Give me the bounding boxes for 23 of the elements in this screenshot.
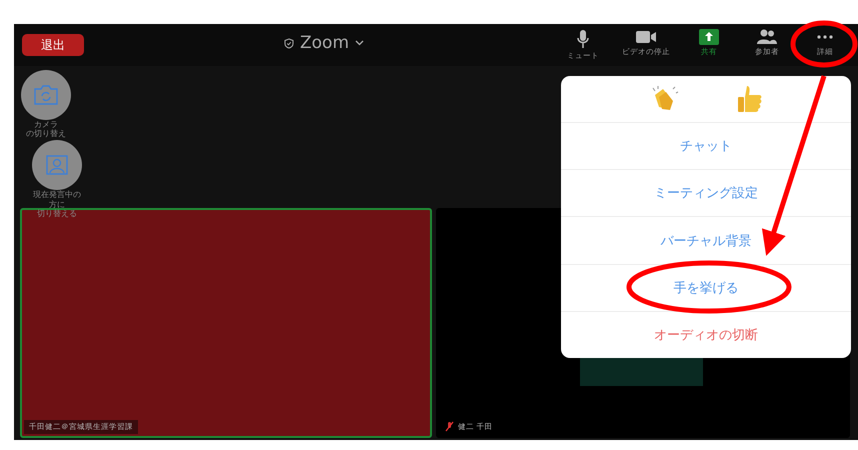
shield-icon <box>284 38 294 48</box>
chevron-down-icon[interactable] <box>355 40 364 46</box>
side-button-label: 方に <box>49 200 65 209</box>
side-button-label: の切り替え <box>26 129 66 138</box>
meeting-title: Zoom <box>300 33 350 53</box>
thumbs-up-icon[interactable] <box>735 84 763 114</box>
switch-speaker-button[interactable] <box>32 140 82 190</box>
camera-rotate-icon <box>33 84 59 106</box>
side-button-label: 現在発言中の <box>33 190 81 200</box>
menu-item[interactable]: オーディオの切断 <box>561 312 851 358</box>
menu-item[interactable]: 手を挙げる <box>561 264 851 312</box>
menu-item[interactable]: バーチャル背景 <box>561 217 851 265</box>
menu-item[interactable]: ミーティング設定 <box>561 170 851 218</box>
leave-button[interactable]: 退出 <box>22 34 84 56</box>
people-icon <box>756 29 778 45</box>
microphone-icon <box>576 29 590 49</box>
side-button-label: カメラ <box>34 120 58 130</box>
side-button-label: 切り替える <box>37 208 77 218</box>
switch-camera-button[interactable] <box>21 70 71 120</box>
highlight-ellipse <box>790 20 858 68</box>
person-frame-icon <box>46 155 68 176</box>
menu-item[interactable]: チャット <box>561 123 851 170</box>
video-camera-icon <box>635 29 657 45</box>
